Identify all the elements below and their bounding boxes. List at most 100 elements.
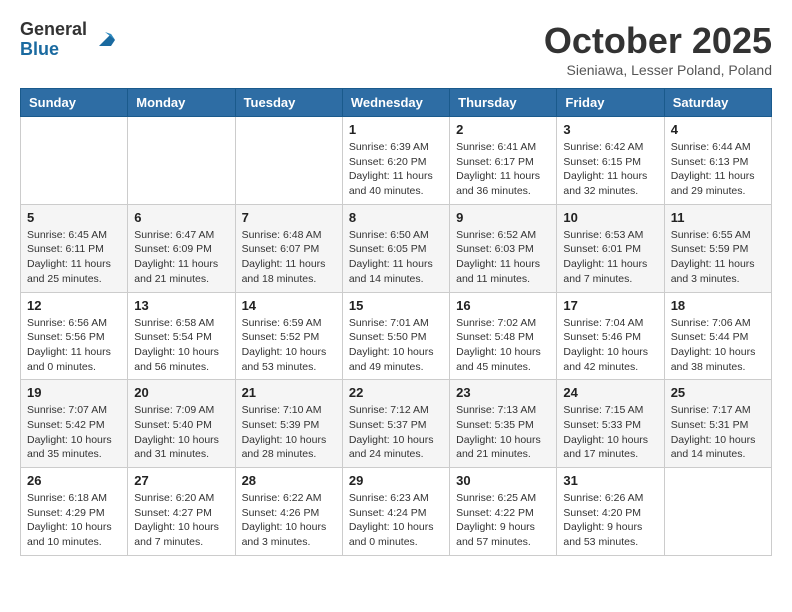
day-info: Sunrise: 7:15 AM Sunset: 5:33 PM Dayligh… <box>563 403 657 462</box>
day-number: 27 <box>134 473 228 488</box>
calendar-cell <box>128 117 235 205</box>
day-number: 30 <box>456 473 550 488</box>
calendar-week-row: 26 Sunrise: 6:18 AM Sunset: 4:29 PM Dayli… <box>21 468 772 556</box>
calendar-cell: 18Sunrise: 7:06 AM Sunset: 5:44 PM Dayli… <box>664 292 771 380</box>
day-number: 16 <box>456 298 550 313</box>
calendar-cell: 15 Sunrise: 7:01 AM Sunset: 5:50 PM Dayli… <box>342 292 449 380</box>
day-number: 22 <box>349 385 443 400</box>
calendar-cell: 19 Sunrise: 7:07 AM Sunset: 5:42 PM Dayli… <box>21 380 128 468</box>
day-number: 8 <box>349 210 443 225</box>
day-info: Sunrise: 7:07 AM Sunset: 5:42 PM Dayligh… <box>27 403 121 462</box>
calendar-cell: 24 Sunrise: 7:15 AM Sunset: 5:33 PM Dayli… <box>557 380 664 468</box>
day-info: Sunrise: 6:55 AM Sunset: 5:59 PM Dayligh… <box>671 228 765 287</box>
day-number: 15 <box>349 298 443 313</box>
calendar-cell: 8 Sunrise: 6:50 AM Sunset: 6:05 PM Daylig… <box>342 204 449 292</box>
day-info: Sunrise: 6:18 AM Sunset: 4:29 PM Dayligh… <box>27 491 121 550</box>
calendar-cell <box>664 468 771 556</box>
calendar-week-row: 1 Sunrise: 6:39 AM Sunset: 6:20 PM Daylig… <box>21 117 772 205</box>
calendar-cell: 29Sunrise: 6:23 AM Sunset: 4:24 PM Dayli… <box>342 468 449 556</box>
day-info: Sunrise: 6:42 AM Sunset: 6:15 PM Dayligh… <box>563 140 657 199</box>
calendar-cell: 5 Sunrise: 6:45 AM Sunset: 6:11 PM Daylig… <box>21 204 128 292</box>
day-info: Sunrise: 6:58 AM Sunset: 5:54 PM Dayligh… <box>134 316 228 375</box>
day-number: 19 <box>27 385 121 400</box>
calendar-week-row: 5 Sunrise: 6:45 AM Sunset: 6:11 PM Daylig… <box>21 204 772 292</box>
day-number: 5 <box>27 210 121 225</box>
calendar-cell: 14 Sunrise: 6:59 AM Sunset: 5:52 PM Dayli… <box>235 292 342 380</box>
calendar-cell: 21 Sunrise: 7:10 AM Sunset: 5:39 PM Dayli… <box>235 380 342 468</box>
day-info: Sunrise: 7:10 AM Sunset: 5:39 PM Dayligh… <box>242 403 336 462</box>
weekday-header-friday: Friday <box>557 89 664 117</box>
day-number: 13 <box>134 298 228 313</box>
calendar-cell: 26 Sunrise: 6:18 AM Sunset: 4:29 PM Dayli… <box>21 468 128 556</box>
day-info: Sunrise: 7:13 AM Sunset: 5:35 PM Dayligh… <box>456 403 550 462</box>
day-number: 28 <box>242 473 336 488</box>
day-number: 3 <box>563 122 657 137</box>
day-info: Sunrise: 6:45 AM Sunset: 6:11 PM Dayligh… <box>27 228 121 287</box>
day-number: 21 <box>242 385 336 400</box>
day-number: 25 <box>671 385 765 400</box>
day-number: 6 <box>134 210 228 225</box>
calendar-cell: 13 Sunrise: 6:58 AM Sunset: 5:54 PM Dayli… <box>128 292 235 380</box>
day-number: 2 <box>456 122 550 137</box>
weekday-header-monday: Monday <box>128 89 235 117</box>
day-number: 10 <box>563 210 657 225</box>
day-number: 31 <box>563 473 657 488</box>
day-info: Sunrise: 6:39 AM Sunset: 6:20 PM Dayligh… <box>349 140 443 199</box>
calendar-cell: 20 Sunrise: 7:09 AM Sunset: 5:40 PM Dayli… <box>128 380 235 468</box>
day-number: 12 <box>27 298 121 313</box>
calendar-cell: 12Sunrise: 6:56 AM Sunset: 5:56 PM Dayli… <box>21 292 128 380</box>
day-number: 11 <box>671 210 765 225</box>
calendar-cell: 25Sunrise: 7:17 AM Sunset: 5:31 PM Dayli… <box>664 380 771 468</box>
calendar-cell: 1 Sunrise: 6:39 AM Sunset: 6:20 PM Daylig… <box>342 117 449 205</box>
weekday-header-thursday: Thursday <box>450 89 557 117</box>
calendar-cell: 17Sunrise: 7:04 AM Sunset: 5:46 PM Dayli… <box>557 292 664 380</box>
calendar-cell: 31Sunrise: 6:26 AM Sunset: 4:20 PM Dayli… <box>557 468 664 556</box>
day-number: 7 <box>242 210 336 225</box>
day-info: Sunrise: 6:59 AM Sunset: 5:52 PM Dayligh… <box>242 316 336 375</box>
day-number: 9 <box>456 210 550 225</box>
title-block: October 2025 Sieniawa, Lesser Poland, Po… <box>544 20 772 78</box>
day-info: Sunrise: 6:52 AM Sunset: 6:03 PM Dayligh… <box>456 228 550 287</box>
day-info: Sunrise: 6:47 AM Sunset: 6:09 PM Dayligh… <box>134 228 228 287</box>
calendar-cell: 11 Sunrise: 6:55 AM Sunset: 5:59 PM Dayli… <box>664 204 771 292</box>
weekday-header-saturday: Saturday <box>664 89 771 117</box>
day-info: Sunrise: 7:01 AM Sunset: 5:50 PM Dayligh… <box>349 316 443 375</box>
calendar-week-row: 19 Sunrise: 7:07 AM Sunset: 5:42 PM Dayli… <box>21 380 772 468</box>
day-info: Sunrise: 6:53 AM Sunset: 6:01 PM Dayligh… <box>563 228 657 287</box>
calendar-week-row: 12Sunrise: 6:56 AM Sunset: 5:56 PM Dayli… <box>21 292 772 380</box>
calendar-cell: 22 Sunrise: 7:12 AM Sunset: 5:37 PM Dayli… <box>342 380 449 468</box>
calendar-cell: 30 Sunrise: 6:25 AM Sunset: 4:22 PM Dayli… <box>450 468 557 556</box>
calendar-cell: 3 Sunrise: 6:42 AM Sunset: 6:15 PM Daylig… <box>557 117 664 205</box>
day-info: Sunrise: 6:41 AM Sunset: 6:17 PM Dayligh… <box>456 140 550 199</box>
calendar-cell: 16 Sunrise: 7:02 AM Sunset: 5:48 PM Dayli… <box>450 292 557 380</box>
day-info: Sunrise: 6:25 AM Sunset: 4:22 PM Dayligh… <box>456 491 550 550</box>
month-title: October 2025 <box>544 20 772 62</box>
logo-blue-text: Blue <box>20 40 87 60</box>
weekday-header-wednesday: Wednesday <box>342 89 449 117</box>
day-number: 20 <box>134 385 228 400</box>
logo: General Blue <box>20 20 119 60</box>
day-number: 24 <box>563 385 657 400</box>
day-info: Sunrise: 7:02 AM Sunset: 5:48 PM Dayligh… <box>456 316 550 375</box>
calendar-table: SundayMondayTuesdayWednesdayThursdayFrid… <box>20 88 772 556</box>
day-number: 23 <box>456 385 550 400</box>
weekday-header-tuesday: Tuesday <box>235 89 342 117</box>
day-info: Sunrise: 7:12 AM Sunset: 5:37 PM Dayligh… <box>349 403 443 462</box>
calendar-cell: 2 Sunrise: 6:41 AM Sunset: 6:17 PM Daylig… <box>450 117 557 205</box>
day-info: Sunrise: 6:50 AM Sunset: 6:05 PM Dayligh… <box>349 228 443 287</box>
day-info: Sunrise: 7:09 AM Sunset: 5:40 PM Dayligh… <box>134 403 228 462</box>
calendar-cell: 28Sunrise: 6:22 AM Sunset: 4:26 PM Dayli… <box>235 468 342 556</box>
day-number: 4 <box>671 122 765 137</box>
calendar-cell: 6 Sunrise: 6:47 AM Sunset: 6:09 PM Daylig… <box>128 204 235 292</box>
day-info: Sunrise: 6:23 AM Sunset: 4:24 PM Dayligh… <box>349 491 443 550</box>
calendar-cell: 27 Sunrise: 6:20 AM Sunset: 4:27 PM Dayli… <box>128 468 235 556</box>
calendar-cell <box>21 117 128 205</box>
page-header: General Blue October 2025 Sieniawa, Less… <box>20 20 772 78</box>
day-number: 14 <box>242 298 336 313</box>
day-info: Sunrise: 6:20 AM Sunset: 4:27 PM Dayligh… <box>134 491 228 550</box>
day-info: Sunrise: 6:48 AM Sunset: 6:07 PM Dayligh… <box>242 228 336 287</box>
day-number: 1 <box>349 122 443 137</box>
day-number: 26 <box>27 473 121 488</box>
calendar-cell: 10 Sunrise: 6:53 AM Sunset: 6:01 PM Dayli… <box>557 204 664 292</box>
day-info: Sunrise: 7:04 AM Sunset: 5:46 PM Dayligh… <box>563 316 657 375</box>
